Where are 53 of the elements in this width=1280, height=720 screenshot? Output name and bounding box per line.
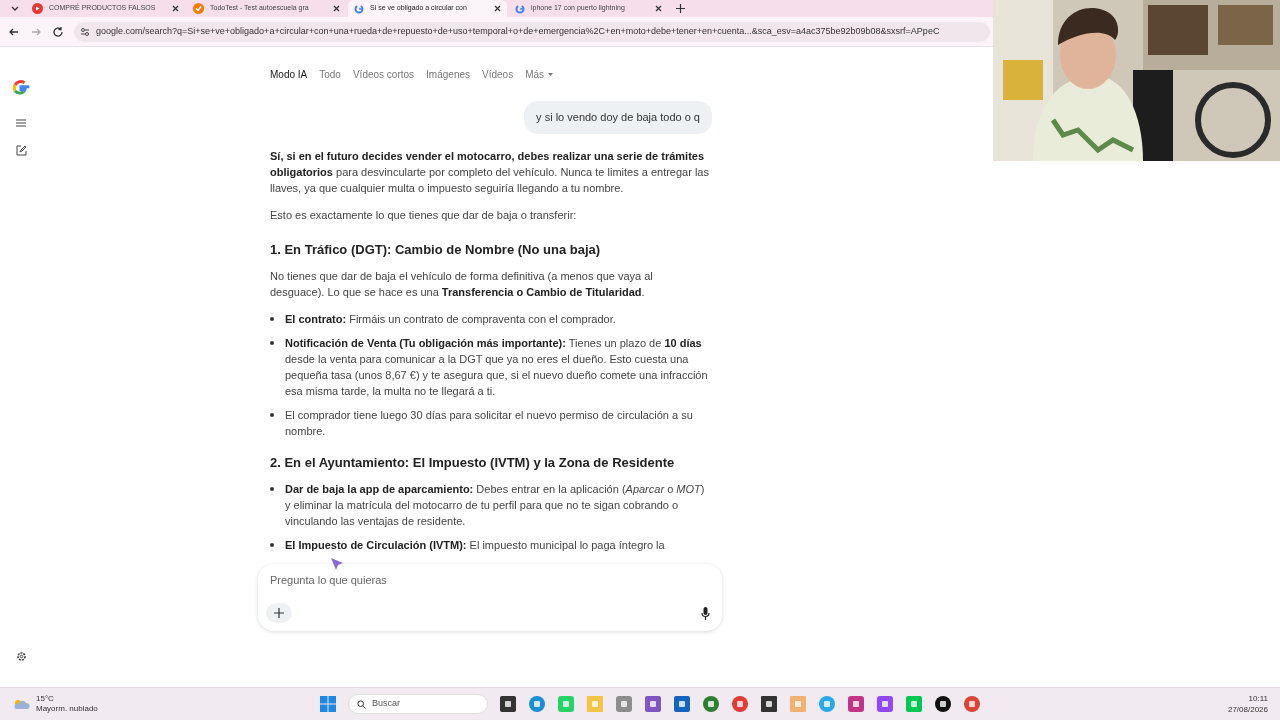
list-item-text: El comprador tiene luego 30 días para solicitar el nuevo permiso de circulación a su nombre.: [285, 407, 694, 439]
settings-icon[interactable]: [15, 651, 27, 662]
site-settings-icon: [80, 26, 90, 37]
bullet-icon: [270, 542, 274, 547]
section-heading: 2. En el Ayuntamiento: El Impuesto (IVTM) y la Zona de Residente: [270, 454, 676, 471]
list-item-text: El contrato: Firmáis un contrato de compraventa con el comprador.: [285, 311, 617, 327]
menu-icon[interactable]: [16, 119, 26, 127]
list-item-text: Notificación de Venta (Tu obligación más importante): Tienes un plazo de 10 días desde la venta para comunicar a la DGT que ya no eres el dueño. Esto cuesta una pequeña tasa (unos 8,67 €) y te asegura que, si el nuevo dueño comete una infracción esa misma tarde, la multa no te llegará a ti.: [285, 335, 709, 399]
close-icon[interactable]: [333, 5, 340, 12]
search-tab[interactable]: Vídeos: [482, 67, 514, 82]
app-icon[interactable]: [703, 696, 719, 712]
new-tab-icon[interactable]: [676, 4, 685, 13]
search-tab[interactable]: Vídeos cortos: [352, 67, 415, 82]
search-placeholder: Buscar: [372, 697, 400, 711]
answer-paragraph: Esto es exactamente lo que tienes que dar de baja o transferir:: [270, 207, 578, 223]
date-text: 27/08/2026: [1227, 704, 1268, 715]
app-icon[interactable]: [761, 696, 777, 712]
bullet-icon: [270, 316, 274, 321]
bullet-icon: [270, 412, 274, 417]
new-chat-icon[interactable]: [15, 145, 27, 156]
answer-paragraph: No tienes que dar de baja el vehículo de forma definitiva (a menos que vaya al desguace). Lo que se hace es una Transferencia o Cambio de Titularidad.: [270, 268, 654, 300]
search-tab[interactable]: Todo: [319, 67, 341, 82]
url-text: google.com/search?q=Si+se+ve+obligado+a+circular+con+una+rueda+de+repuesto+de+uso+temporal+o+de+emergencia%2C+en+moto+debe+tener+en+cuenta...&sca_esv=a4ac375be92b09b08&sxsrf=APpeC: [96, 24, 940, 38]
cursor-icon: [330, 557, 344, 571]
plus-icon: [274, 608, 284, 618]
search-tab[interactable]: Más: [525, 67, 554, 82]
prompt-input[interactable]: Pregunta lo que quieras: [270, 572, 710, 589]
taskbar-search-field[interactable]: Buscar: [348, 694, 488, 714]
search-icon: [357, 699, 366, 709]
clock-text: 10:11: [1248, 693, 1268, 704]
microphone-icon[interactable]: [701, 606, 710, 620]
check-logo-icon: [193, 3, 204, 14]
start-icon[interactable]: [320, 696, 336, 712]
temperature-text: 15°C: [36, 694, 55, 704]
search-tab[interactable]: Imágenes: [426, 67, 470, 82]
weather-text: Mayorm. nublado: [36, 704, 98, 714]
section-heading: 1. En Tráfico (DGT): Cambio de Nombre (No una baja): [270, 241, 602, 258]
app-icon[interactable]: [645, 696, 661, 712]
tab-list-icon[interactable]: [11, 6, 19, 11]
search-tab[interactable]: Modo IA: [270, 67, 308, 82]
address-bar[interactable]: google.com/search?q=Si+se+ve+obligado+a+circular+con+una+rueda+de+repuesto+de+uso+temporal+o+de+emergencia%2C+en+moto+debe+tener+en+cuenta...&sca_esv=a4ac375be92b09b08&sxsrf=APpeC: [74, 21, 990, 42]
answer-paragraph: Sí, si en el futuro decides vender el motocarro, debes realizar una serie de trámites obligatorios para desvincularte por completo del vehículo. Nunca te limites a entregar las llaves, ya que cualquier multa o impuesto seguiría llegando a tu nombre.: [270, 148, 710, 196]
add-button[interactable]: [266, 603, 292, 623]
bullet-icon: [270, 486, 274, 491]
reload-icon[interactable]: [52, 25, 64, 38]
close-icon[interactable]: [494, 5, 501, 12]
bullet-icon: [270, 340, 274, 345]
play-logo-icon: [32, 3, 43, 14]
list-item-text: El Impuesto de Circulación (IVTM): El impuesto municipal lo paga íntegro la: [285, 537, 666, 553]
close-icon[interactable]: [655, 5, 662, 12]
list-item-text: Dar de baja la app de aparcamiento: Debes entrar en la aplicación (Aparcar o MOT) y eliminar la matrícula del motocarro de tu perfil para que no te sigan cobrando o vinculando las ventajas de residente.: [285, 481, 706, 529]
close-icon[interactable]: [172, 5, 179, 12]
user-message-bubble: y si lo vendo doy de baja todo o q: [524, 101, 712, 134]
